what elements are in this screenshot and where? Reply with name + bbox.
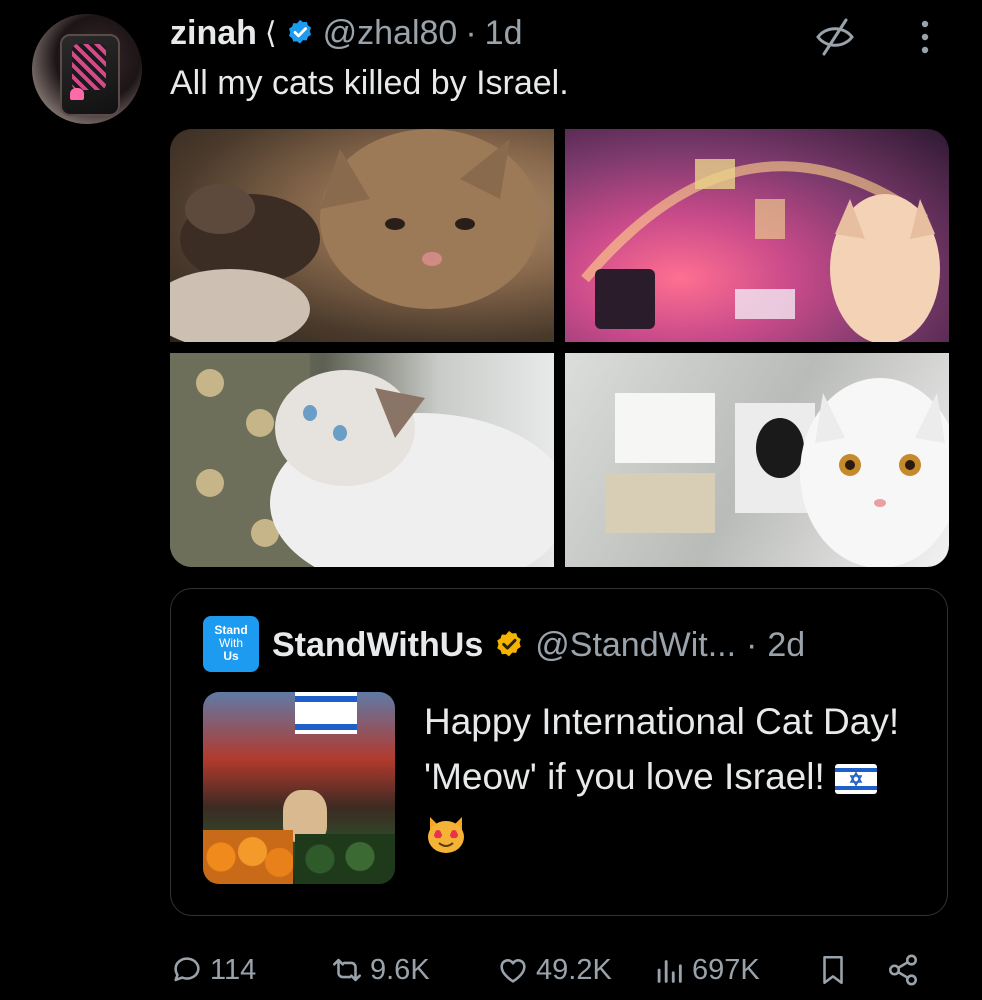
tweet-header: zinah ⟨ @zhal80 · 1d xyxy=(170,10,523,56)
share-icon xyxy=(888,954,918,986)
quoted-header: StandWithUs @StandWit... · 2d xyxy=(272,622,805,668)
like-button[interactable]: 49.2K xyxy=(496,950,612,990)
avatar[interactable] xyxy=(32,14,142,124)
quoted-author-name[interactable]: StandWithUs xyxy=(272,626,483,665)
name-glyph: ⟨ xyxy=(264,16,277,50)
market-flag xyxy=(295,692,357,734)
quoted-author-handle[interactable]: @StandWit... xyxy=(535,626,736,665)
author-handle[interactable]: @zhal80 xyxy=(323,14,458,53)
quoted-time[interactable]: 2d xyxy=(767,626,805,665)
views-count: 697K xyxy=(692,953,760,986)
author-name[interactable]: zinah xyxy=(170,14,257,53)
tweet-text: All my cats killed by Israel. xyxy=(170,64,569,102)
heart-eyes-cat-emoji-icon xyxy=(428,817,464,854)
cat-photo-4-art xyxy=(605,378,949,567)
bookmark-icon xyxy=(823,955,843,985)
share-button[interactable] xyxy=(886,950,920,990)
quoted-avatar-logo[interactable]: Stand With Us xyxy=(203,616,259,672)
repost-count: 9.6K xyxy=(370,953,430,986)
views-button[interactable]: 697K xyxy=(652,950,760,990)
photo-grid xyxy=(170,129,949,567)
reply-count: 114 xyxy=(210,953,257,986)
action-bar: 114 9.6K 49.2K 697K xyxy=(170,942,940,998)
separator-dot: · xyxy=(465,13,477,52)
quoted-text-block: Happy International Cat Day! 'Meow' if y… xyxy=(424,694,904,859)
more-icon[interactable] xyxy=(910,14,940,60)
cat-photo-1-art xyxy=(170,129,540,342)
cat-photo-4[interactable] xyxy=(565,353,949,567)
quoted-text: Happy International Cat Day! 'Meow' if y… xyxy=(424,701,900,797)
tweet-time[interactable]: 1d xyxy=(485,14,523,53)
mute-icon[interactable] xyxy=(812,14,858,60)
cat-photo-2[interactable] xyxy=(565,129,949,342)
avatar-phone-case xyxy=(72,44,106,90)
gold-verified-badge-icon[interactable] xyxy=(493,629,525,661)
market-oranges xyxy=(203,830,293,884)
avatar-heart xyxy=(70,88,84,100)
repost-button[interactable]: 9.6K xyxy=(330,950,430,990)
cat-photo-3-art xyxy=(170,353,554,567)
israel-flag-emoji-icon xyxy=(835,764,878,795)
cat-photo-1[interactable] xyxy=(170,129,554,342)
quoted-separator-dot: · xyxy=(746,625,758,664)
cat-photo-2-art xyxy=(581,159,940,342)
views-icon xyxy=(657,960,682,983)
like-count: 49.2K xyxy=(536,953,612,986)
verified-badge-icon[interactable] xyxy=(285,18,315,48)
reply-icon xyxy=(174,957,200,982)
cat-photo-3[interactable] xyxy=(170,353,554,567)
logo-line-3: Us xyxy=(223,649,239,663)
reply-button[interactable]: 114 xyxy=(170,950,256,990)
market-melons xyxy=(295,834,395,884)
like-icon xyxy=(500,959,526,983)
bookmark-button[interactable] xyxy=(816,950,850,990)
repost-icon xyxy=(332,958,362,982)
quoted-image[interactable] xyxy=(203,692,395,884)
